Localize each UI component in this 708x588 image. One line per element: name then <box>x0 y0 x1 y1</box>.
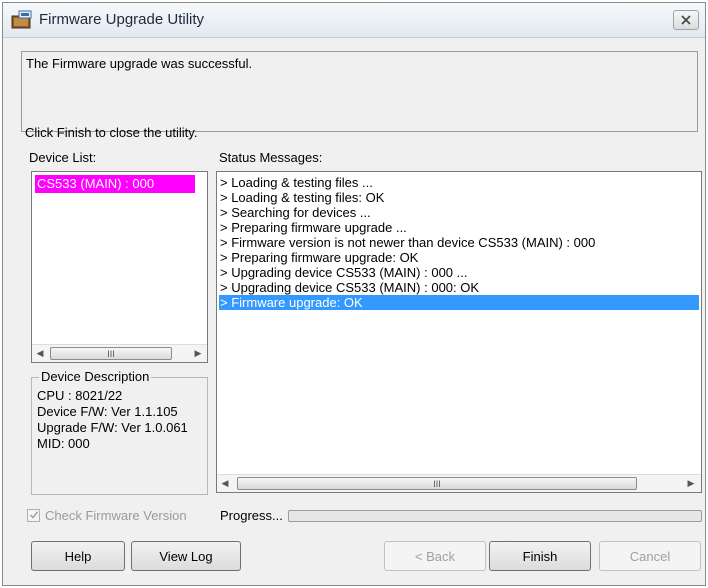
device-list-label: Device List: <box>29 150 97 165</box>
scrollbar-grip: III <box>433 478 441 489</box>
status-messages-list[interactable]: > Loading & testing files ... > Loading … <box>216 171 702 493</box>
view-log-button-label: View Log <box>159 548 213 564</box>
check-firmware-version-label: Check Firmware Version <box>45 508 187 523</box>
checkmark-icon <box>29 508 39 523</box>
device-list[interactable]: CS533 (MAIN) : 000 ◀ III ▶ <box>31 171 208 363</box>
close-icon <box>681 13 691 28</box>
scroll-left-arrow-icon[interactable]: ◀ <box>32 345 48 362</box>
scrollbar-thumb[interactable]: III <box>237 477 637 490</box>
cpu-info: CPU : 8021/22 <box>37 388 123 403</box>
help-button[interactable]: Help <box>31 541 125 571</box>
scroll-right-arrow-icon[interactable]: ▶ <box>683 475 699 492</box>
status-message: > Searching for devices ... <box>220 205 371 220</box>
view-log-button[interactable]: View Log <box>131 541 241 571</box>
status-list-scrollbar[interactable]: ◀ III ▶ <box>217 474 701 492</box>
device-description-group: Device Description CPU : 8021/22 Device … <box>31 369 208 495</box>
cancel-button-label: Cancel <box>629 548 671 564</box>
scroll-right-arrow-icon[interactable]: ▶ <box>190 345 206 362</box>
device-list-scrollbar[interactable]: ◀ III ▶ <box>32 344 207 362</box>
checkbox-box[interactable] <box>27 509 40 522</box>
success-message: The Firmware upgrade was successful. <box>26 56 253 71</box>
device-description-legend: Device Description <box>39 369 152 384</box>
mid-info: MID: 000 <box>37 436 90 451</box>
status-messages-label: Status Messages: <box>219 150 323 165</box>
status-message: > Upgrading device CS533 (MAIN) : 000: O… <box>220 280 480 295</box>
upgrade-fw-info: Upgrade F/W: Ver 1.0.061 <box>37 420 188 435</box>
back-button-label: < Back <box>414 548 456 564</box>
status-message-selected[interactable]: > Firmware upgrade: OK <box>219 295 699 310</box>
message-panel: The Firmware upgrade was successful. <box>21 51 698 132</box>
firmware-upgrade-window: Firmware Upgrade Utility The Firmware up… <box>2 2 706 586</box>
back-button[interactable]: < Back <box>384 541 486 571</box>
title-bar: Firmware Upgrade Utility <box>3 3 705 38</box>
status-message: > Loading & testing files: OK <box>220 190 385 205</box>
status-message: > Upgrading device CS533 (MAIN) : 000 ..… <box>220 265 468 280</box>
scroll-left-arrow-icon[interactable]: ◀ <box>217 475 233 492</box>
device-fw-info: Device F/W: Ver 1.1.105 <box>37 404 178 419</box>
firmware-app-icon <box>11 10 33 30</box>
device-list-item[interactable]: CS533 (MAIN) : 000 <box>35 175 195 193</box>
close-button[interactable] <box>673 10 699 30</box>
help-button-label: Help <box>64 548 92 564</box>
progress-label: Progress... <box>220 508 283 523</box>
cancel-button[interactable]: Cancel <box>599 541 701 571</box>
finish-button-label: Finish <box>522 548 558 564</box>
status-message: > Loading & testing files ... <box>220 175 373 190</box>
progress-bar <box>288 510 702 522</box>
finish-button[interactable]: Finish <box>489 541 591 571</box>
window-title: Firmware Upgrade Utility <box>39 11 205 28</box>
status-message: > Preparing firmware upgrade: OK <box>220 250 419 265</box>
scrollbar-thumb[interactable]: III <box>50 347 172 360</box>
status-message: > Preparing firmware upgrade ... <box>220 220 407 235</box>
instruction-message: Click Finish to close the utility. <box>25 125 198 140</box>
scrollbar-grip: III <box>107 348 115 359</box>
status-message: > Firmware version is not newer than dev… <box>220 235 596 250</box>
